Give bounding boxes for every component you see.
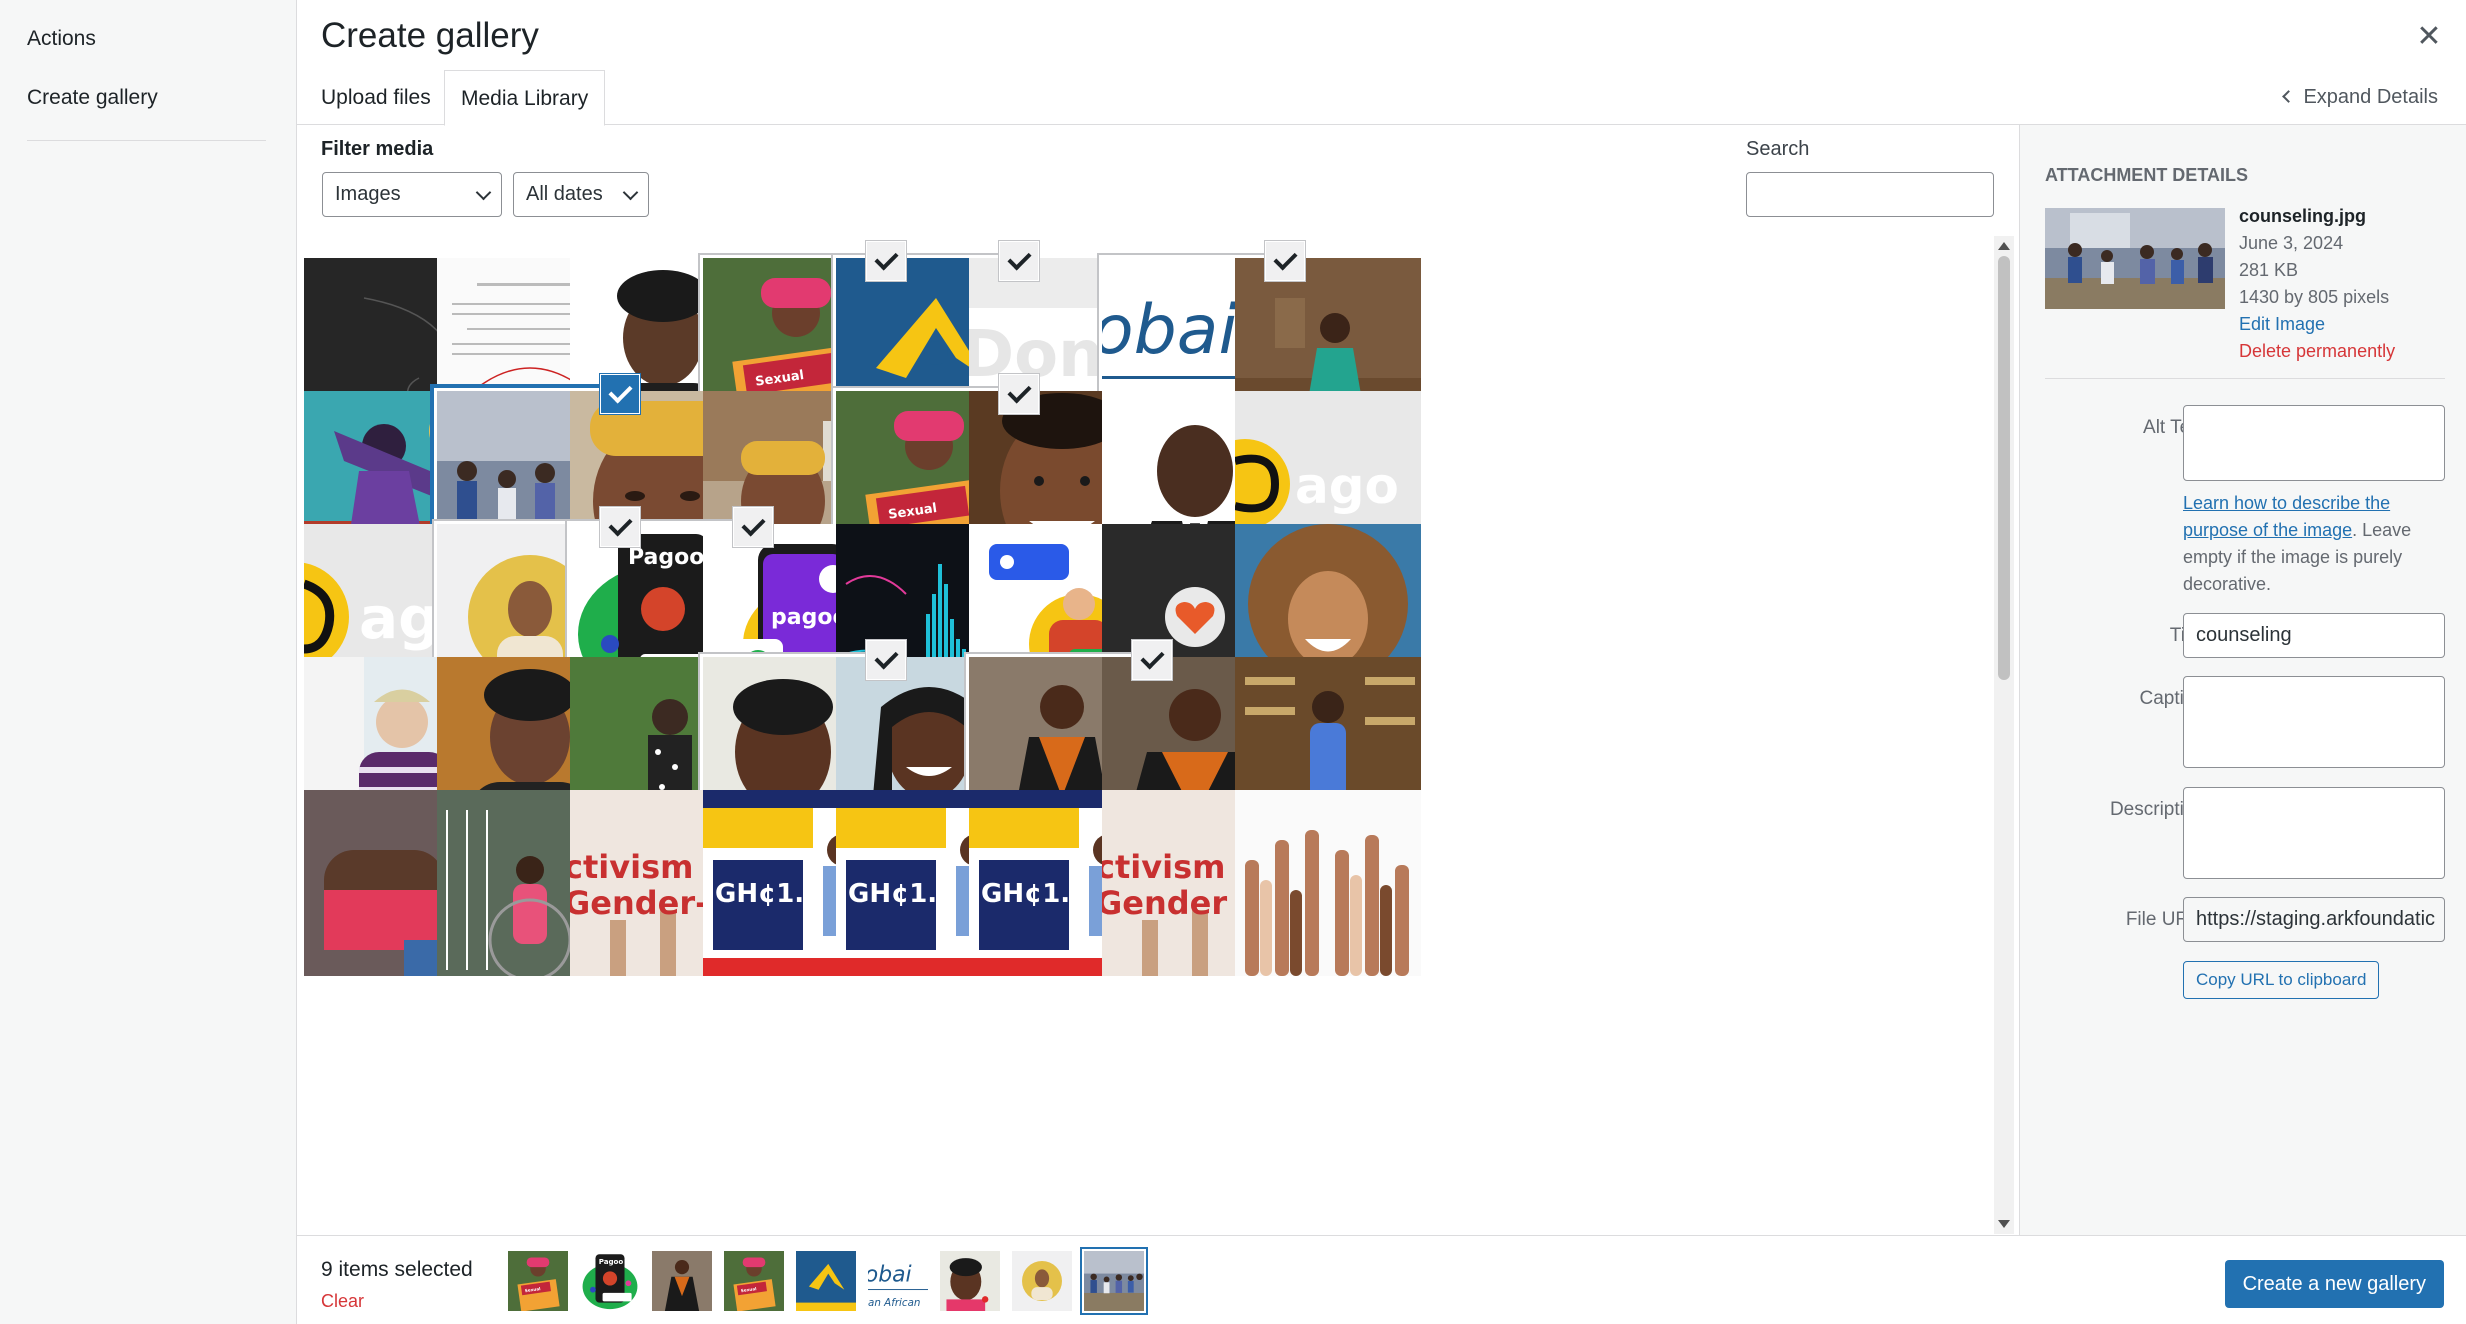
checkmark-icon[interactable] <box>867 242 905 280</box>
scroll-down-icon[interactable] <box>1998 1220 2010 1228</box>
selected-thumb-pan-african-logo-image[interactable]: obai an African <box>868 1251 928 1311</box>
chevron-down-icon <box>475 184 492 201</box>
tab-upload-files[interactable]: Upload files <box>305 70 447 125</box>
media-menu: Actions Create gallery <box>0 0 297 1324</box>
attachment-meta: counseling.jpg June 3, 2024 281 KB 1430 … <box>2239 203 2395 365</box>
description-field[interactable] <box>2183 787 2445 879</box>
caption-field[interactable] <box>2183 676 2445 768</box>
media-type-select[interactable]: Images <box>322 172 502 217</box>
attachments-grid: SexualDonatobaian AfricanSexualagoagoPag… <box>298 236 1995 1234</box>
close-icon[interactable]: ✕ <box>2412 20 2446 54</box>
grid-scrollbar[interactable] <box>1994 236 2014 1234</box>
details-thumbnail <box>2045 208 2225 309</box>
attachment-details-panel: Attachment Details counseling.jpg June 3… <box>2019 125 2466 1235</box>
svg-text:GH¢1.00: GH¢1.00 <box>848 879 973 909</box>
menu-title: Actions <box>27 27 96 50</box>
svg-text:Pagoo: Pagoo <box>628 545 704 570</box>
title-field[interactable]: counseling <box>2183 613 2445 658</box>
media-toolbar-footer: 9 items selected Clear Sexual Pagoo Sexual… <box>297 1235 2466 1324</box>
media-type-value: Images <box>335 183 401 205</box>
alt-text-help: Learn how to describe the purpose of the… <box>2183 490 2445 598</box>
svg-text:GH¢1.00: GH¢1.00 <box>715 879 840 909</box>
file-url-label: File URL: <box>2125 909 2205 930</box>
search-label: Search <box>1746 138 1810 160</box>
selected-thumb-counseling-group-image[interactable] <box>1084 1251 1144 1311</box>
checkmark-icon[interactable] <box>1133 641 1171 679</box>
create-gallery-button[interactable]: Create a new gallery <box>2224 1260 2444 1308</box>
checkmark-icon[interactable] <box>1000 375 1038 413</box>
menu-separator <box>27 140 266 141</box>
attachment-filesize: 281 KB <box>2239 260 2299 280</box>
attachment-filename: counseling.jpg <box>2239 206 2367 226</box>
svg-text:ago: ago <box>1295 457 1399 515</box>
selected-thumb-pagoo-app-promo-image[interactable]: Pagoo <box>580 1251 640 1311</box>
date-filter-value: All dates <box>526 183 603 205</box>
menu-item-create-gallery[interactable]: Create gallery <box>27 86 158 110</box>
attachment-dimensions: 1430 by 805 pixels <box>2239 287 2390 307</box>
search-input[interactable] <box>1746 172 1994 217</box>
attachment-date: June 3, 2024 <box>2239 233 2344 253</box>
tab-media-library[interactable]: Media Library <box>444 70 606 126</box>
selected-thumb-dont-hide-sexual-assault-poster-image[interactable]: Sexual <box>724 1251 784 1311</box>
copy-url-button[interactable]: Copy URL to clipboard <box>2183 961 2380 999</box>
chevron-down-icon <box>622 184 639 201</box>
svg-text:obai: obai <box>868 1263 912 1288</box>
alt-text-field[interactable] <box>2183 405 2445 481</box>
checkmark-icon[interactable] <box>734 508 772 546</box>
chevron-left-icon <box>2282 90 2296 103</box>
caption-label: Caption <box>2139 688 2206 709</box>
checkmark-icon[interactable] <box>601 508 639 546</box>
checkmark-icon[interactable] <box>601 375 639 413</box>
date-filter-select[interactable]: All dates <box>513 172 649 217</box>
expand-details-label: Expand Details <box>2303 86 2438 108</box>
svg-text:obai: obai <box>1102 291 1237 370</box>
filter-media-label: Filter media <box>321 138 434 160</box>
attachment-raised-hands-image[interactable] <box>1235 790 1421 976</box>
title-label: Title <box>2045 625 2205 647</box>
selected-thumb-blue-yellow-logo-image[interactable] <box>796 1251 856 1311</box>
router-tabs: Upload files Media Library <box>297 70 2466 126</box>
alt-text-label: Alt Text <box>2143 417 2205 438</box>
svg-text:an African: an African <box>868 1297 920 1309</box>
modal-title: Create gallery <box>321 16 539 55</box>
checkmark-icon[interactable] <box>1266 242 1304 280</box>
file-url-field[interactable]: https://staging.arkfoundatic <box>2183 897 2445 942</box>
selected-thumb-dont-hide-sexual-assault-poster-image[interactable]: Sexual <box>508 1251 568 1311</box>
delete-permanently-link[interactable]: Delete permanently <box>2239 338 2395 365</box>
checkmark-icon[interactable] <box>867 641 905 679</box>
edit-image-link[interactable]: Edit Image <box>2239 311 2395 338</box>
scroll-thumb[interactable] <box>1998 256 2010 680</box>
raised-hands-thumbnail <box>1235 790 1421 976</box>
checkmark-icon[interactable] <box>1000 242 1038 280</box>
description-label: Description <box>2109 799 2205 820</box>
details-separator <box>2045 378 2445 379</box>
svg-text:GH¢1.00: GH¢1.00 <box>981 879 1106 909</box>
selected-thumb-woman-selfie-image[interactable] <box>940 1251 1000 1311</box>
expand-details-link[interactable]: Expand Details <box>2282 86 2438 109</box>
selected-thumb-woman-in-robe-image[interactable] <box>652 1251 712 1311</box>
svg-text:Pagoo: Pagoo <box>599 1257 624 1266</box>
scroll-up-icon[interactable] <box>1998 242 2010 250</box>
clear-selection-link[interactable]: Clear <box>321 1291 364 1312</box>
selected-thumb-woman-circle-avatar-image[interactable] <box>1012 1251 1072 1311</box>
attachment-details-heading: Attachment Details <box>2045 165 2248 185</box>
selection-count: 9 items selected <box>321 1258 473 1281</box>
